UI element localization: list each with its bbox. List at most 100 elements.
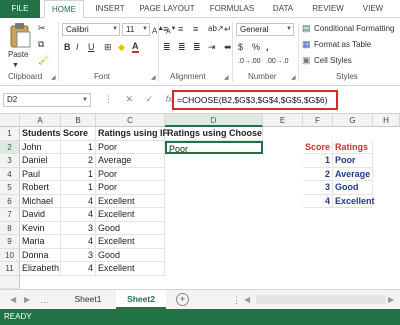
paste-dropdown-icon[interactable]: ▼: [12, 60, 19, 72]
copy-icon[interactable]: ⧉: [38, 38, 44, 50]
lookup-score-cell[interactable]: 3: [303, 181, 333, 195]
student-name-cell[interactable]: Michael: [20, 194, 61, 208]
conditional-formatting-button[interactable]: Conditional Formatting: [314, 24, 398, 33]
clipboard-launcher-icon[interactable]: ◢: [51, 74, 56, 81]
cut-icon[interactable]: ✂: [38, 22, 46, 34]
score-cell[interactable]: 3: [61, 248, 96, 262]
orientation-icon[interactable]: ab↗: [208, 23, 224, 35]
student-name-cell[interactable]: Robert: [20, 181, 61, 195]
student-name-cell[interactable]: Kevin: [20, 221, 61, 235]
lookup-score-cell[interactable]: 4: [303, 194, 333, 208]
column-header-c[interactable]: C: [96, 114, 165, 127]
lookup-score-cell[interactable]: 1: [303, 154, 333, 168]
rating-if-cell[interactable]: Average: [96, 154, 165, 168]
cell-styles-icon[interactable]: ▣: [302, 54, 311, 66]
header-ratings-if[interactable]: Ratings using IF: [96, 127, 168, 141]
student-name-cell[interactable]: Paul: [20, 167, 61, 181]
align-right-icon[interactable]: ≣: [193, 41, 201, 53]
tab-review[interactable]: REVIEW: [306, 0, 350, 18]
sheet-tab-sheet1[interactable]: Sheet1: [62, 290, 114, 309]
font-size-dropdown[interactable]: 11 ▼: [122, 23, 150, 36]
column-header-d[interactable]: D: [165, 114, 263, 127]
score-cell[interactable]: 1: [61, 140, 96, 154]
row-header[interactable]: 8: [0, 221, 20, 235]
tab-file[interactable]: FILE: [0, 0, 40, 18]
italic-button[interactable]: I: [76, 41, 79, 53]
format-as-table-button[interactable]: Format as Table: [314, 40, 371, 49]
score-cell[interactable]: 2: [61, 154, 96, 168]
active-cell-d2[interactable]: Poor: [165, 140, 263, 154]
row-header[interactable]: 6: [0, 194, 20, 208]
align-top-icon[interactable]: ≡: [163, 23, 168, 35]
lookup-rating-cell[interactable]: Good: [333, 181, 373, 195]
score-cell[interactable]: 4: [61, 235, 96, 249]
score-cell[interactable]: 4: [61, 262, 96, 276]
column-header-h[interactable]: H: [373, 114, 400, 127]
font-launcher-icon[interactable]: ◢: [151, 74, 156, 81]
rating-if-cell[interactable]: Excellent: [96, 262, 165, 276]
row-header[interactable]: 5: [0, 181, 20, 195]
lookup-rating-cell[interactable]: Excellent: [333, 194, 375, 208]
row-header[interactable]: 9: [0, 235, 20, 249]
row-header[interactable]: 4: [0, 167, 20, 181]
cancel-icon[interactable]: ✕: [126, 94, 134, 104]
fill-color-icon[interactable]: ◆: [118, 41, 125, 53]
column-header-a[interactable]: A: [20, 114, 61, 127]
scroll-right-icon[interactable]: ▶: [24, 294, 30, 306]
align-center-icon[interactable]: ≣: [178, 41, 186, 53]
row-header[interactable]: 11: [0, 262, 20, 276]
align-bottom-icon[interactable]: ≡: [193, 23, 198, 35]
percent-button[interactable]: %: [252, 41, 260, 53]
score-cell[interactable]: 4: [61, 208, 96, 222]
score-cell[interactable]: 1: [61, 167, 96, 181]
column-header-e[interactable]: E: [263, 114, 303, 127]
add-sheet-button[interactable]: +: [176, 293, 189, 306]
tab-insert[interactable]: INSERT: [88, 0, 132, 18]
font-color-button[interactable]: A: [132, 41, 139, 53]
tab-view[interactable]: VIEW: [356, 0, 390, 18]
score-cell[interactable]: 3: [61, 221, 96, 235]
conditional-formatting-icon[interactable]: ▤: [302, 22, 311, 34]
underline-button[interactable]: U: [88, 41, 95, 53]
scroll-left-icon[interactable]: ◀: [10, 294, 16, 306]
format-painter-icon[interactable]: 🖌: [38, 54, 49, 66]
sheet-tab-sheet2[interactable]: Sheet2: [116, 290, 166, 309]
bold-button[interactable]: B: [64, 41, 71, 53]
lookup-score-cell[interactable]: 2: [303, 167, 333, 181]
wrap-text-icon[interactable]: ↵: [224, 23, 232, 35]
alignment-launcher-icon[interactable]: ◢: [224, 74, 229, 81]
tab-page-layout[interactable]: PAGE LAYOUT: [136, 0, 198, 18]
rating-if-cell[interactable]: Poor: [96, 181, 165, 195]
rating-if-cell[interactable]: Excellent: [96, 235, 165, 249]
rating-if-cell[interactable]: Poor: [96, 140, 165, 154]
name-box[interactable]: D2 ▼: [3, 93, 91, 107]
hscroll-right-icon[interactable]: ▶: [388, 294, 394, 306]
row-header[interactable]: 2: [0, 140, 20, 154]
student-name-cell[interactable]: David: [20, 208, 61, 222]
number-launcher-icon[interactable]: ◢: [291, 74, 296, 81]
student-name-cell[interactable]: Donna: [20, 248, 61, 262]
increase-decimal-icon[interactable]: .0→.00: [238, 56, 261, 68]
rating-if-cell[interactable]: Poor: [96, 167, 165, 181]
lookup-score-header[interactable]: Score: [303, 140, 333, 154]
rating-if-cell[interactable]: Good: [96, 221, 165, 235]
row-header[interactable]: 3: [0, 154, 20, 168]
student-name-cell[interactable]: Elizabeth: [20, 262, 61, 276]
cell-styles-button[interactable]: Cell Styles: [314, 56, 352, 65]
paste-icon[interactable]: [8, 22, 32, 48]
rating-if-cell[interactable]: Excellent: [96, 208, 165, 222]
row-header[interactable]: 1: [0, 127, 20, 141]
more-sheets-icon[interactable]: …: [40, 294, 49, 306]
enter-icon[interactable]: ✓: [146, 94, 154, 104]
row-header[interactable]: 7: [0, 208, 20, 222]
student-name-cell[interactable]: Maria: [20, 235, 61, 249]
column-header-g[interactable]: G: [333, 114, 373, 127]
sheet-options-icon[interactable]: ⋮: [232, 294, 241, 306]
rating-if-cell[interactable]: Good: [96, 248, 165, 262]
header-score[interactable]: Score: [61, 127, 96, 141]
student-name-cell[interactable]: Daniel: [20, 154, 61, 168]
merge-center-icon[interactable]: ⬌: [224, 41, 232, 53]
number-format-dropdown[interactable]: General ▼: [236, 23, 294, 36]
currency-button[interactable]: $: [238, 41, 243, 53]
tab-formulas[interactable]: FORMULAS: [204, 0, 260, 18]
